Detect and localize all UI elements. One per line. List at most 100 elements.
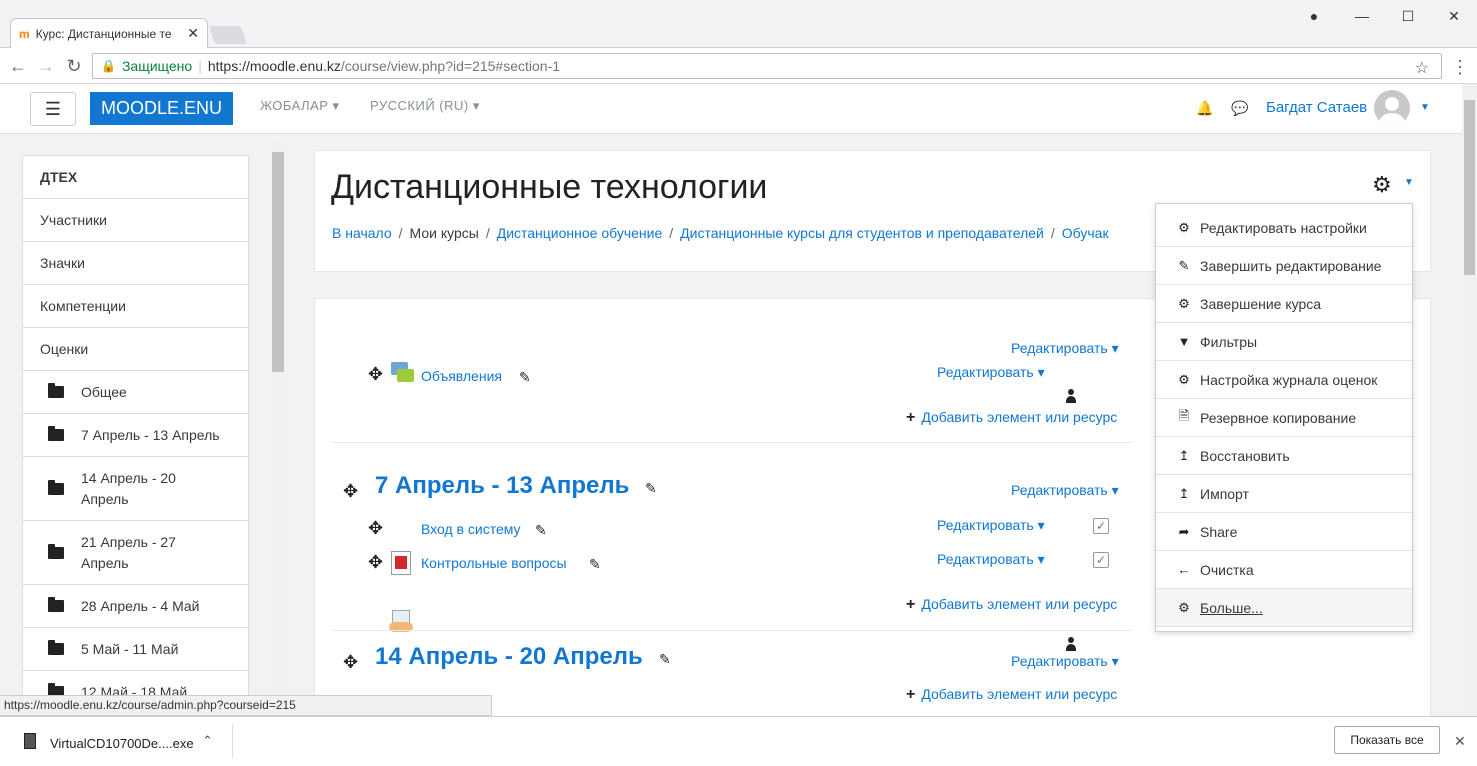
browser-tab[interactable]: m Курс: Дистанционные те ✕ [10, 18, 208, 48]
filter-icon: ▼ [1177, 334, 1191, 349]
activity-edit-menu[interactable]: Редактировать ▾ [937, 517, 1045, 534]
close-icon[interactable]: ✕ [1454, 733, 1466, 750]
page-scrollbar-thumb[interactable] [1464, 100, 1475, 275]
nav-link-language[interactable]: РУССКИЙ (RU) ▾ [370, 98, 480, 114]
edit-label: Редактировать [1011, 482, 1108, 498]
reload-icon[interactable]: ↻ [64, 56, 84, 76]
folder-icon [48, 640, 64, 655]
menu-item-label: Редактировать настройки [1200, 219, 1367, 236]
move-icon[interactable]: ✥ [368, 518, 383, 539]
activity-link-login[interactable]: Вход в систему [421, 521, 521, 537]
move-icon[interactable]: ✥ [368, 364, 383, 385]
menu-item-more[interactable]: ⚙ Больше... [1156, 589, 1412, 627]
breadcrumb-separator: / [669, 225, 674, 241]
sidebar-item-badges[interactable]: Значки [23, 242, 248, 285]
maximize-button[interactable]: ☐ [1398, 6, 1418, 26]
site-brand[interactable]: MOODLE.ENU [90, 92, 233, 125]
sidebar-item-label: Оценки [40, 341, 89, 357]
pencil-icon[interactable]: ✎ [589, 556, 601, 573]
sidebar-item-general[interactable]: Общее [23, 371, 248, 414]
new-tab-button[interactable] [208, 26, 248, 44]
pencil-icon[interactable]: ✎ [519, 369, 531, 386]
add-activity-button[interactable]: + Добавить элемент или ресурс [906, 686, 1117, 704]
course-admin-gear-icon[interactable]: ⚙ [1372, 172, 1392, 198]
plus-icon: + [906, 409, 916, 426]
user-menu-caret-icon[interactable]: ▼ [1420, 102, 1430, 113]
gear-icon: ⚙ [1178, 219, 1190, 235]
browser-menu-icon[interactable]: ⋮ [1450, 57, 1470, 77]
address-bar[interactable]: 🔒 Защищено | https://moodle.enu.kz/cours… [92, 53, 1442, 79]
menu-item-course-completion[interactable]: ⚙ Завершение курса [1156, 285, 1412, 323]
move-icon[interactable]: ✥ [368, 552, 383, 573]
section-title[interactable]: 7 Апрель - 13 Апрель [375, 472, 629, 500]
section-edit-menu[interactable]: Редактировать ▾ [1011, 482, 1119, 499]
sidebar-item-competencies[interactable]: Компетенции [23, 285, 248, 328]
chevron-up-icon[interactable]: ⌃ [202, 733, 213, 749]
breadcrumb-distance-learning[interactable]: Дистанционное обучение [497, 225, 663, 241]
minimize-button[interactable]: — [1352, 6, 1372, 26]
person-icon[interactable] [1065, 637, 1077, 651]
sidebar-item-week-2[interactable]: 14 Апрель - 20 Апрель [23, 457, 248, 521]
breadcrumb-separator: / [398, 225, 403, 241]
breadcrumb-distance-courses[interactable]: Дистанционные курсы для студентов и преп… [680, 225, 1044, 241]
menu-item-filters[interactable]: ▼ Фильтры [1156, 323, 1412, 361]
chevron-down-icon[interactable]: ▼ [1404, 177, 1414, 188]
menu-item-restore[interactable]: ↥ Восстановить [1156, 437, 1412, 475]
user-name[interactable]: Багдат Сатаев [1266, 99, 1367, 116]
menu-item-gradebook-setup[interactable]: ⚙ Настройка журнала оценок [1156, 361, 1412, 399]
pencil-icon[interactable]: ✎ [645, 480, 657, 497]
section-divider [332, 630, 1132, 631]
menu-item-edit-settings[interactable]: ⚙ Редактировать настройки [1156, 209, 1412, 247]
completion-checkbox[interactable]: ✓ [1093, 552, 1109, 568]
menu-item-reset[interactable]: ← Очистка [1156, 551, 1412, 589]
person-icon[interactable] [1065, 389, 1077, 403]
sidebar-item-grades[interactable]: Оценки [23, 328, 248, 371]
pdf-file-icon [391, 551, 411, 575]
move-icon[interactable]: ✥ [343, 652, 358, 673]
sidebar-item-participants[interactable]: Участники [23, 199, 248, 242]
sidebar-item-week-5[interactable]: 5 Май - 11 Май [23, 628, 248, 671]
section-title[interactable]: 14 Апрель - 20 Апрель [375, 643, 643, 671]
pencil-icon[interactable]: ✎ [659, 651, 671, 668]
sidebar-item-week-4[interactable]: 28 Апрель - 4 Май [23, 585, 248, 628]
activity-link-quiz[interactable]: Контрольные вопросы [421, 555, 567, 571]
breadcrumb-current[interactable]: Обучак [1062, 225, 1109, 241]
activity-edit-menu[interactable]: Редактировать ▾ [937, 364, 1045, 381]
notification-bell-icon[interactable]: 🔔 [1196, 100, 1213, 117]
add-activity-button[interactable]: + Добавить элемент или ресурс [906, 409, 1117, 427]
sidebar-scrollbar-thumb[interactable] [272, 152, 284, 372]
close-window-button[interactable]: ✕ [1444, 6, 1464, 26]
menu-item-backup[interactable]: 🗎 Резервное копирование [1156, 399, 1412, 437]
profile-icon[interactable]: ● [1304, 6, 1324, 26]
breadcrumb-home[interactable]: В начало [332, 225, 392, 241]
pencil-icon[interactable]: ✎ [535, 522, 547, 539]
section-edit-menu[interactable]: Редактировать ▾ [1011, 340, 1119, 357]
activity-edit-menu[interactable]: Редактировать ▾ [937, 551, 1045, 568]
activity-link-announcements[interactable]: Объявления [421, 368, 502, 384]
back-arrow-icon[interactable]: ← [8, 56, 28, 76]
completion-checkbox[interactable]: ✓ [1093, 518, 1109, 534]
section-edit-menu[interactable]: Редактировать ▾ [1011, 653, 1119, 670]
forward-arrow-icon[interactable]: → [36, 56, 56, 76]
chevron-down-icon: ▾ [472, 98, 480, 113]
download-file-name[interactable]: VirtualCD10700De....exe [50, 736, 194, 751]
nav-link-label: РУССКИЙ (RU) [370, 98, 469, 113]
avatar[interactable] [1374, 90, 1410, 126]
page-title: Дистанционные технологии [331, 168, 768, 206]
add-activity-button[interactable]: + Добавить элемент или ресурс [906, 596, 1117, 614]
menu-item-turn-editing-off[interactable]: ✎ Завершить редактирование [1156, 247, 1412, 285]
messages-icon[interactable]: 💬 [1231, 100, 1248, 117]
tab-close-icon[interactable]: ✕ [187, 25, 199, 42]
show-all-button[interactable]: Показать все [1334, 726, 1440, 754]
move-icon[interactable]: ✥ [343, 481, 358, 502]
edit-label: Редактировать [937, 551, 1034, 567]
sidebar-item-week-3[interactable]: 21 Апрель - 27 Апрель [23, 521, 248, 585]
bookmark-star-icon[interactable]: ☆ [1415, 58, 1429, 78]
sidebar-item-week-1[interactable]: 7 Апрель - 13 Апрель [23, 414, 248, 457]
menu-item-share[interactable]: ➦ Share [1156, 513, 1412, 551]
nav-link-jobalar[interactable]: ЖОБАЛАР ▾ [260, 98, 340, 114]
menu-item-label: Восстановить [1200, 447, 1290, 464]
hamburger-menu-button[interactable]: ☰ [30, 92, 76, 126]
menu-item-import[interactable]: ↥ Импорт [1156, 475, 1412, 513]
sidebar-item-course[interactable]: ДТЕХ [23, 156, 248, 199]
